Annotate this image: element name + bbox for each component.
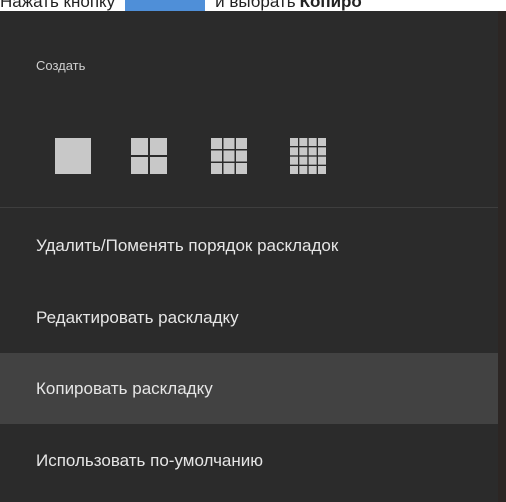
instruction-bold: Копиро [299, 0, 362, 11]
instruction-strip: Нажать кнопку и выбрать Копиро [0, 0, 506, 11]
menu-divider [0, 207, 498, 208]
layout-2x2-icon[interactable] [131, 138, 167, 174]
layout-menu: Создать Удалить/Поменять порядок расклад… [0, 11, 498, 502]
menu-item-label: Копировать раскладку [36, 378, 213, 398]
create-label: Создать [36, 58, 86, 73]
layout-4x4-icon[interactable] [290, 138, 326, 174]
menu-item-label: Использовать по-умолчанию [36, 450, 264, 470]
menu-item-label: Редактировать раскладку [36, 307, 239, 327]
background-edge [498, 11, 506, 502]
menu-item-copy-layout[interactable]: Копировать раскладку [0, 353, 498, 424]
instruction-before: Нажать кнопку [0, 0, 116, 11]
menu-item-edit-layout[interactable]: Редактировать раскладку [0, 282, 498, 353]
layout-1x1-icon[interactable] [55, 138, 91, 174]
menu-item-label: Удалить/Поменять порядок раскладок [36, 235, 339, 255]
menu-item-delete-reorder-layouts[interactable]: Удалить/Поменять порядок раскладок [0, 210, 498, 281]
instruction-after: и выбрать [215, 0, 296, 11]
layout-3x3-icon[interactable] [211, 138, 247, 174]
menu-button-image [125, 0, 206, 11]
menu-item-use-default[interactable]: Использовать по-умолчанию [0, 425, 498, 496]
instruction-text: Нажать кнопку и выбрать Копиро [0, 0, 362, 11]
